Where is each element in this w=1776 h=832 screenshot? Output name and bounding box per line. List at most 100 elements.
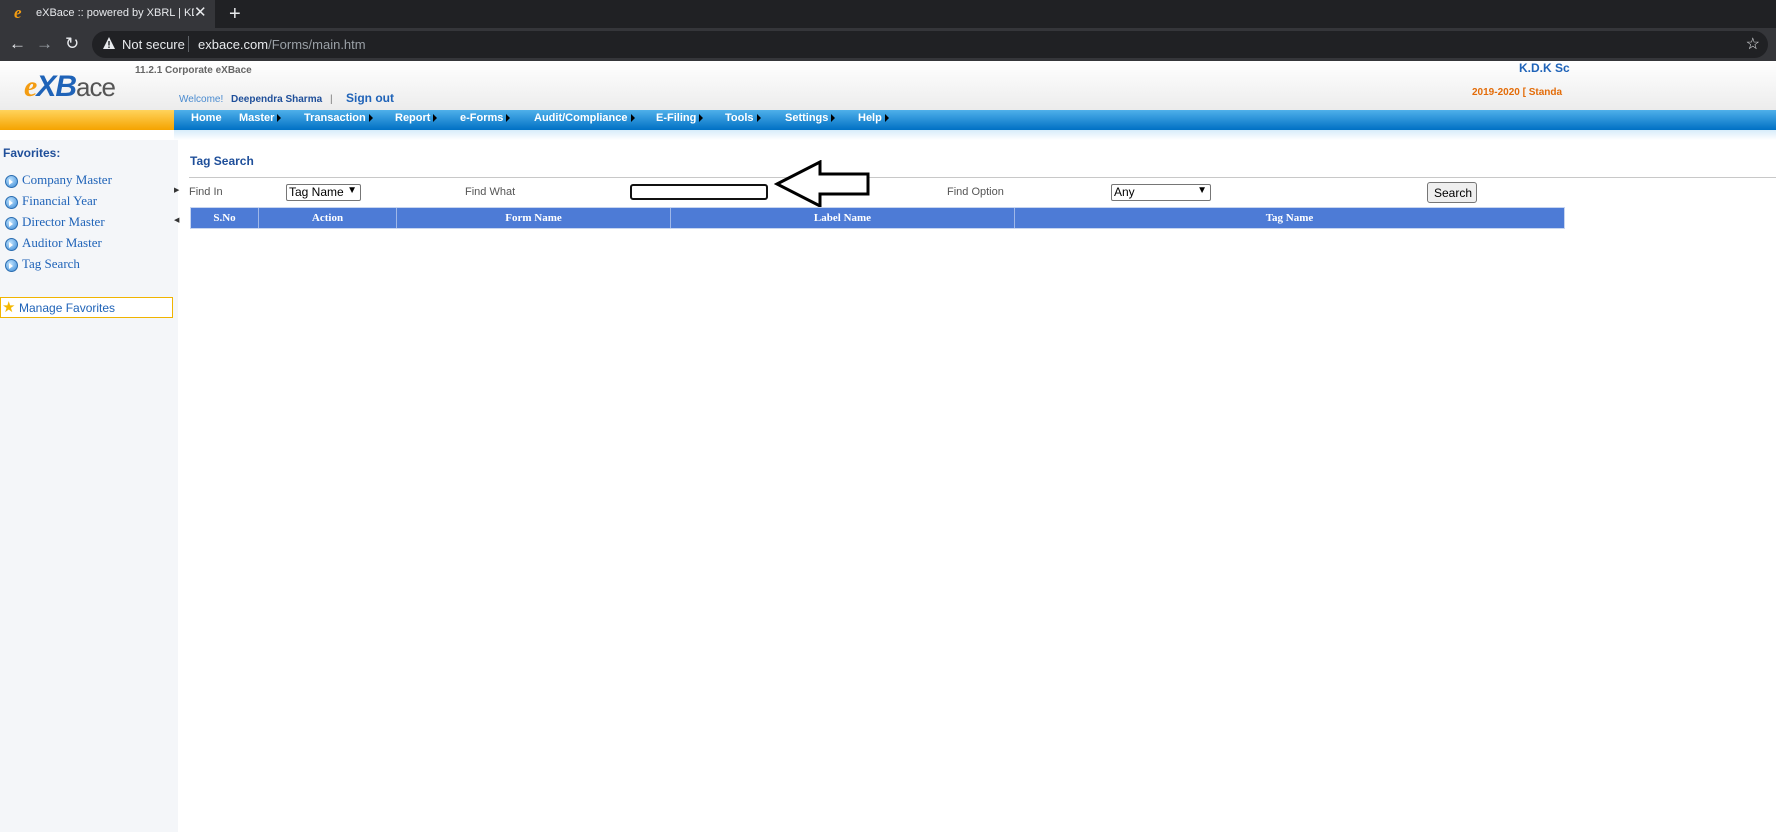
browser-tab-bar: e eXBace :: powered by XBRL | KDK ✕ +: [0, 0, 1776, 28]
logo-ace: ace: [76, 72, 116, 102]
menu-master-label: Master: [239, 112, 275, 124]
reload-icon[interactable]: ↻: [65, 35, 79, 53]
menu-report-label: Report: [395, 112, 431, 124]
menu-transaction[interactable]: Transaction: [304, 112, 373, 124]
menu-help-label: Help: [858, 112, 882, 124]
menu-settings-label: Settings: [785, 112, 829, 124]
close-tab-icon[interactable]: ✕: [194, 3, 207, 21]
submenu-arrow-icon: [699, 114, 704, 123]
submenu-arrow-icon: [368, 114, 373, 123]
favorite-label: Auditor Master: [22, 235, 102, 250]
menu-eforms-label: e-Forms: [460, 112, 504, 124]
welcome-label: Welcome!: [179, 94, 224, 105]
column-header-sno[interactable]: S.No: [191, 208, 259, 228]
company-name: K.D.K Sc: [1519, 61, 1570, 75]
browser-toolbar: ← → ↻ Not secure exbace.com/Forms/main.h…: [0, 28, 1776, 61]
bookmark-star-icon[interactable]: ☆: [1746, 34, 1760, 54]
menu-transaction-label: Transaction: [304, 112, 366, 124]
find-what-label: Find What: [465, 186, 516, 198]
logo-xb: XB: [36, 70, 77, 103]
security-status[interactable]: Not secure: [122, 37, 185, 52]
back-arrow-icon[interactable]: ←: [9, 35, 26, 53]
find-in-select[interactable]: Tag Name ▼: [286, 184, 361, 201]
search-button[interactable]: Search: [1427, 182, 1477, 203]
warning-icon: [103, 37, 115, 49]
chevron-down-icon: ▼: [1197, 185, 1207, 196]
url-host: exbace.com: [198, 37, 269, 52]
find-what-input[interactable]: [630, 184, 768, 200]
menu-bar-accent: [0, 110, 174, 130]
menu-tools-label: Tools: [725, 112, 754, 124]
sidebar-splitter[interactable]: ▶ ◀: [174, 186, 180, 230]
find-in-label: Find In: [189, 186, 223, 198]
site-favicon-icon: e: [14, 3, 22, 22]
column-header-form-name[interactable]: Form Name: [397, 208, 671, 228]
menu-home[interactable]: Home: [191, 112, 222, 124]
submenu-arrow-icon: [630, 114, 635, 123]
arrow-bullet-icon: [5, 175, 18, 188]
arrow-bullet-icon: [5, 238, 18, 251]
menu-help[interactable]: Help: [858, 112, 889, 124]
user-name: Deependra Sharma: [231, 94, 323, 105]
column-header-label-name[interactable]: Label Name: [671, 208, 1015, 228]
favorite-label: Financial Year: [22, 193, 98, 208]
browser-tab[interactable]: e eXBace :: powered by XBRL | KDK ✕: [0, 0, 215, 28]
app-header: eXBace 11.2.1 Corporate eXBace Welcome! …: [0, 61, 1776, 110]
arrow-bullet-icon: [5, 217, 18, 230]
new-tab-icon[interactable]: +: [229, 0, 241, 28]
favorites-sidebar: Favorites: Company Master Financial Year…: [0, 140, 178, 832]
collapse-left-icon: ◀: [174, 217, 180, 224]
submenu-arrow-icon: [756, 114, 761, 123]
submenu-arrow-icon: [506, 114, 511, 123]
menu-tools[interactable]: Tools: [725, 112, 761, 124]
submenu-arrow-icon: [277, 114, 282, 123]
menu-eforms[interactable]: e-Forms: [460, 112, 511, 124]
menu-shadow: [174, 130, 1776, 140]
arrow-bullet-icon: [5, 196, 18, 209]
star-icon: ★: [2, 299, 16, 316]
forward-arrow-icon[interactable]: →: [36, 35, 53, 53]
title-divider: [189, 177, 1776, 178]
menu-home-label: Home: [191, 112, 222, 124]
submenu-arrow-icon: [831, 114, 836, 123]
favorite-label: Tag Search: [22, 256, 80, 271]
find-option-value: Any: [1114, 185, 1135, 199]
tab-title: eXBace :: powered by XBRL | KDK: [36, 7, 194, 19]
submenu-arrow-icon: [884, 114, 889, 123]
manage-favorites-button[interactable]: ★ Manage Favorites: [0, 297, 173, 318]
find-option-select[interactable]: Any ▼: [1111, 184, 1211, 201]
sign-out-link[interactable]: Sign out: [346, 91, 394, 105]
submenu-arrow-icon: [433, 114, 438, 123]
favorites-title: Favorites:: [3, 146, 61, 160]
main-menu-bar: Home Master Transaction Report e-Forms A…: [174, 110, 1776, 130]
omnibox-divider: [188, 36, 189, 52]
menu-master[interactable]: Master: [239, 112, 282, 124]
column-header-tag-name[interactable]: Tag Name: [1015, 208, 1564, 228]
logo-e: e: [24, 70, 37, 103]
exbace-logo: eXBace: [24, 70, 116, 103]
header-separator: |: [330, 94, 333, 105]
find-option-label: Find Option: [947, 186, 1004, 198]
favorite-label: Director Master: [22, 214, 105, 229]
arrow-bullet-icon: [5, 259, 18, 272]
chevron-down-icon: ▼: [347, 185, 357, 196]
address-bar[interactable]: Not secure exbace.com/Forms/main.htm ☆: [92, 31, 1768, 58]
favorite-label: Company Master: [22, 172, 112, 187]
results-table-header: S.No Action Form Name Label Name Tag Nam…: [190, 207, 1565, 229]
manage-favorites-label: Manage Favorites: [19, 301, 116, 315]
menu-efiling[interactable]: E-Filing: [656, 112, 704, 124]
financial-year: 2019-2020 [ Standa: [1472, 87, 1563, 98]
menu-report[interactable]: Report: [395, 112, 438, 124]
annotation-arrow-icon: [774, 160, 870, 208]
menu-settings[interactable]: Settings: [785, 112, 836, 124]
url-path: /Forms/main.htm: [268, 37, 366, 52]
menu-audit-label: Audit/Compliance: [534, 112, 628, 124]
version-label: 11.2.1 Corporate eXBace: [135, 65, 252, 76]
menu-efiling-label: E-Filing: [656, 112, 697, 124]
find-in-value: Tag Name: [289, 185, 344, 199]
menu-audit-compliance[interactable]: Audit/Compliance: [534, 112, 635, 124]
collapse-right-icon: ▶: [174, 187, 180, 194]
page-title: Tag Search: [190, 154, 254, 168]
column-header-action[interactable]: Action: [259, 208, 397, 228]
url-text[interactable]: exbace.com/Forms/main.htm: [198, 37, 366, 52]
